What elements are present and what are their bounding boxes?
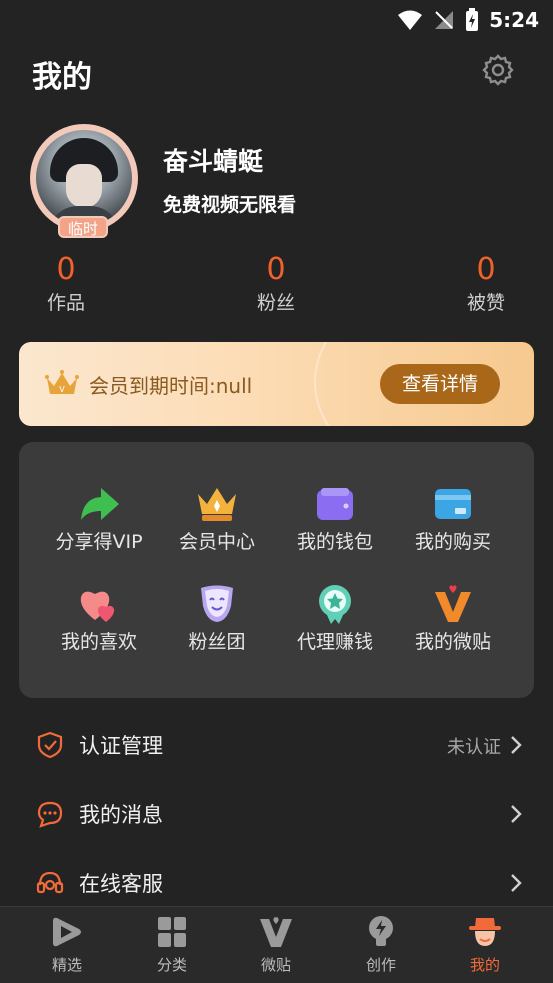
stat-likes-value: 0 (476, 252, 496, 287)
tab-label: 微贴 (260, 956, 291, 974)
stat-likes-label: 被赞 (466, 292, 505, 314)
header: 我的 (0, 48, 553, 96)
tab-mine[interactable]: 我的 (450, 915, 520, 977)
tab-featured[interactable]: 精选 (32, 915, 102, 977)
share-arrow-icon (81, 488, 119, 520)
page-title: 我的 (32, 60, 92, 95)
grid-item-label: 我的钱包 (296, 531, 373, 553)
tab-label: 创作 (365, 956, 396, 974)
tab-create[interactable]: 创作 (346, 915, 416, 977)
avatar-image (36, 130, 132, 226)
vip-expire-text: 会员到期时间:null (89, 374, 253, 398)
tagline: 免费视频无限看 (163, 194, 297, 216)
status-time: 5:24 (489, 8, 539, 32)
function-grid: 分享得VIP 会员中心 我的钱包 我的购买 我的喜欢 粉丝团 代理赚钱 我的微贴 (19, 442, 534, 698)
no-signal-icon (435, 11, 454, 29)
vip-detail-button[interactable]: 查看详情 (380, 364, 500, 404)
bottom-tab-bar: 精选 分类 微贴 创作 我的 (0, 906, 553, 983)
chevron-right-icon (511, 805, 522, 823)
headset-icon (36, 871, 64, 894)
grid-item-label: 会员中心 (178, 531, 255, 553)
stats-row: 0 作品 0 粉丝 0 被赞 (0, 252, 553, 322)
tab-label: 分类 (156, 956, 187, 974)
grid-item-purchases[interactable]: 我的购买 (394, 484, 512, 564)
settings-button[interactable] (478, 50, 518, 90)
v-icon (260, 917, 292, 947)
stat-works-value: 0 (56, 252, 76, 287)
message-icon (37, 801, 63, 828)
profile-section: 临时 奋斗蜻蜓 免费视频无限看 (0, 124, 553, 244)
grid-item-label: 粉丝团 (188, 631, 246, 653)
profile-hat-icon (469, 918, 501, 946)
temp-badge: 临时 (58, 216, 108, 238)
v-heart-icon (435, 585, 471, 622)
crown-icon (198, 488, 236, 521)
chevron-right-icon (511, 874, 522, 892)
tab-categories[interactable]: 分类 (137, 915, 207, 977)
menu-item-label: 在线客服 (79, 872, 163, 896)
grid-item-likes[interactable]: 我的喜欢 (40, 584, 158, 664)
stat-works-label: 作品 (46, 292, 85, 314)
vip-crown-icon: V (45, 370, 79, 394)
grid-item-label: 代理赚钱 (296, 631, 373, 653)
vip-banner[interactable]: V 会员到期时间:null 查看详情 (19, 342, 534, 426)
wifi-icon (398, 10, 423, 30)
stat-fans-value: 0 (266, 252, 286, 287)
play-icon (53, 917, 81, 947)
menu-item-verification[interactable]: 认证管理 未认证 (0, 714, 553, 774)
chevron-right-icon (511, 736, 522, 754)
hearts-icon (80, 591, 115, 622)
grid-icon (158, 917, 186, 947)
grid-item-vip-center[interactable]: 会员中心 (158, 484, 276, 564)
stat-fans-label: 粉丝 (256, 292, 295, 314)
stat-likes[interactable]: 0 被赞 (436, 252, 536, 318)
menu-item-label: 我的消息 (79, 803, 163, 827)
grid-item-label: 我的微贴 (414, 631, 491, 653)
menu-item-value: 未认证 (447, 737, 501, 758)
tab-label: 精选 (51, 956, 82, 974)
stat-fans[interactable]: 0 粉丝 (226, 252, 326, 318)
grid-item-label: 分享得VIP (55, 531, 143, 553)
mask-icon (201, 585, 233, 622)
grid-item-my-posts[interactable]: 我的微贴 (394, 584, 512, 664)
grid-item-label: 我的购买 (414, 531, 491, 553)
card-icon (435, 489, 471, 519)
status-bar: 5:24 (0, 0, 553, 40)
battery-charging-icon (466, 8, 479, 31)
stat-works[interactable]: 0 作品 (16, 252, 116, 318)
tab-posts[interactable]: 微贴 (241, 915, 311, 977)
grid-item-share-vip[interactable]: 分享得VIP (40, 484, 158, 564)
menu-item-customer-service[interactable]: 在线客服 (0, 852, 553, 912)
grid-item-wallet[interactable]: 我的钱包 (276, 484, 394, 564)
tab-label: 我的 (469, 956, 500, 974)
svg-text:V: V (59, 385, 65, 394)
menu-item-label: 认证管理 (79, 734, 163, 758)
grid-item-fan-club[interactable]: 粉丝团 (158, 584, 276, 664)
wallet-icon (317, 488, 353, 520)
username: 奋斗蜻蜓 (163, 147, 264, 176)
grid-item-agent[interactable]: 代理赚钱 (276, 584, 394, 664)
shield-icon (37, 731, 63, 759)
grid-item-label: 我的喜欢 (60, 631, 137, 653)
star-badge-icon (319, 585, 351, 624)
bulb-icon (369, 916, 393, 946)
menu-item-messages[interactable]: 我的消息 (0, 783, 553, 843)
gear-icon (482, 54, 514, 86)
